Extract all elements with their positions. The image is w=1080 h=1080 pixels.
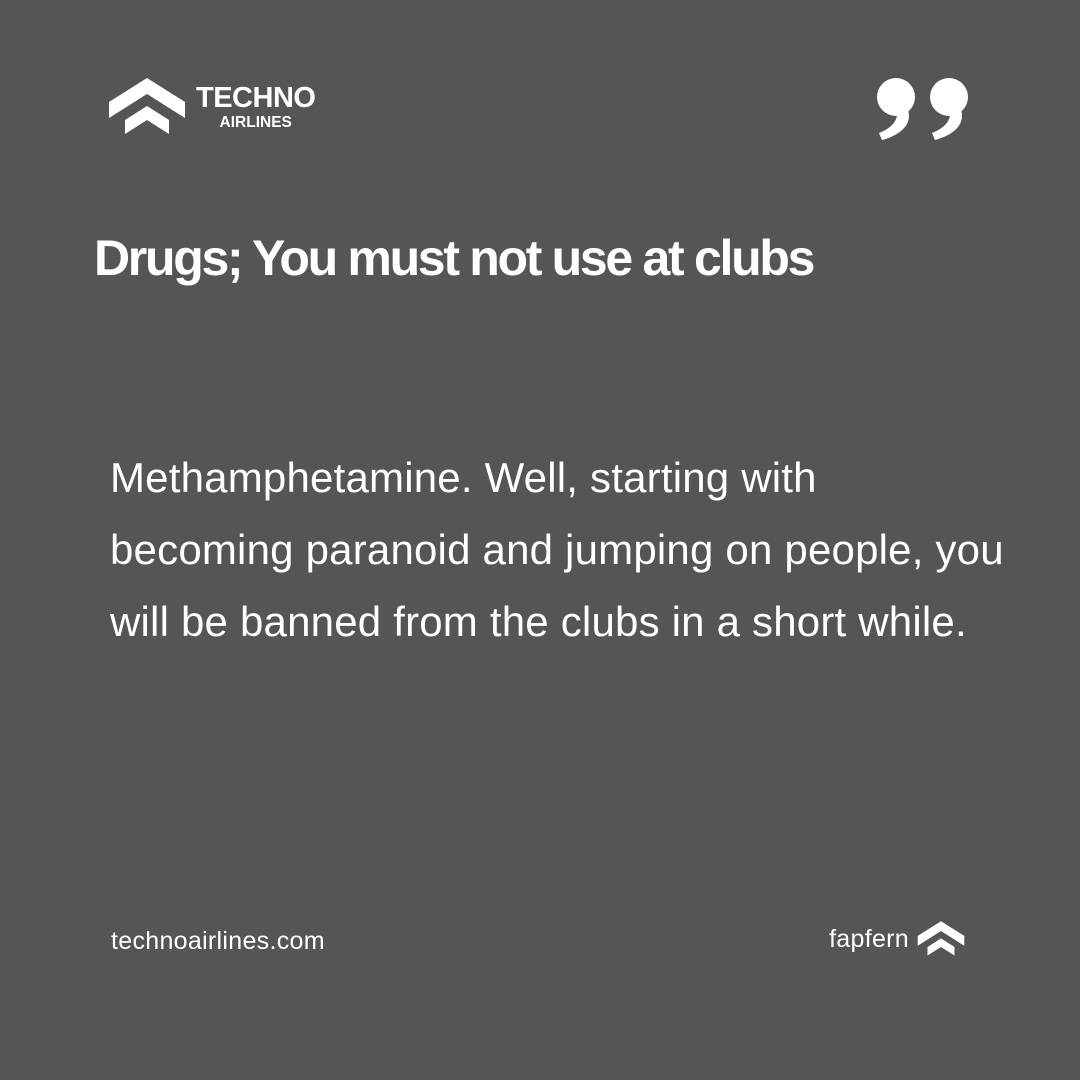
brand-name-line1: TECHNO — [196, 81, 316, 114]
chevron-stack-icon — [917, 921, 965, 956]
brand-wordmark: TECHNO AIRLINES — [196, 81, 316, 131]
quote-card: TECHNO AIRLINES Drugs; You must not use … — [0, 0, 1080, 1080]
brand-logo: TECHNO AIRLINES — [108, 76, 316, 138]
author-signature: fapfern — [829, 920, 965, 958]
quote-body: Methamphetamine. Well, starting with bec… — [110, 454, 1004, 645]
brand-name-line2: AIRLINES — [219, 113, 292, 131]
headline: Drugs; You must not use at clubs — [94, 230, 815, 286]
closing-quote-icon — [876, 76, 974, 142]
author-name: fapfern — [829, 925, 909, 953]
chevron-stack-logo-icon — [109, 78, 185, 134]
website-link[interactable]: technoairlines.com — [111, 926, 325, 956]
